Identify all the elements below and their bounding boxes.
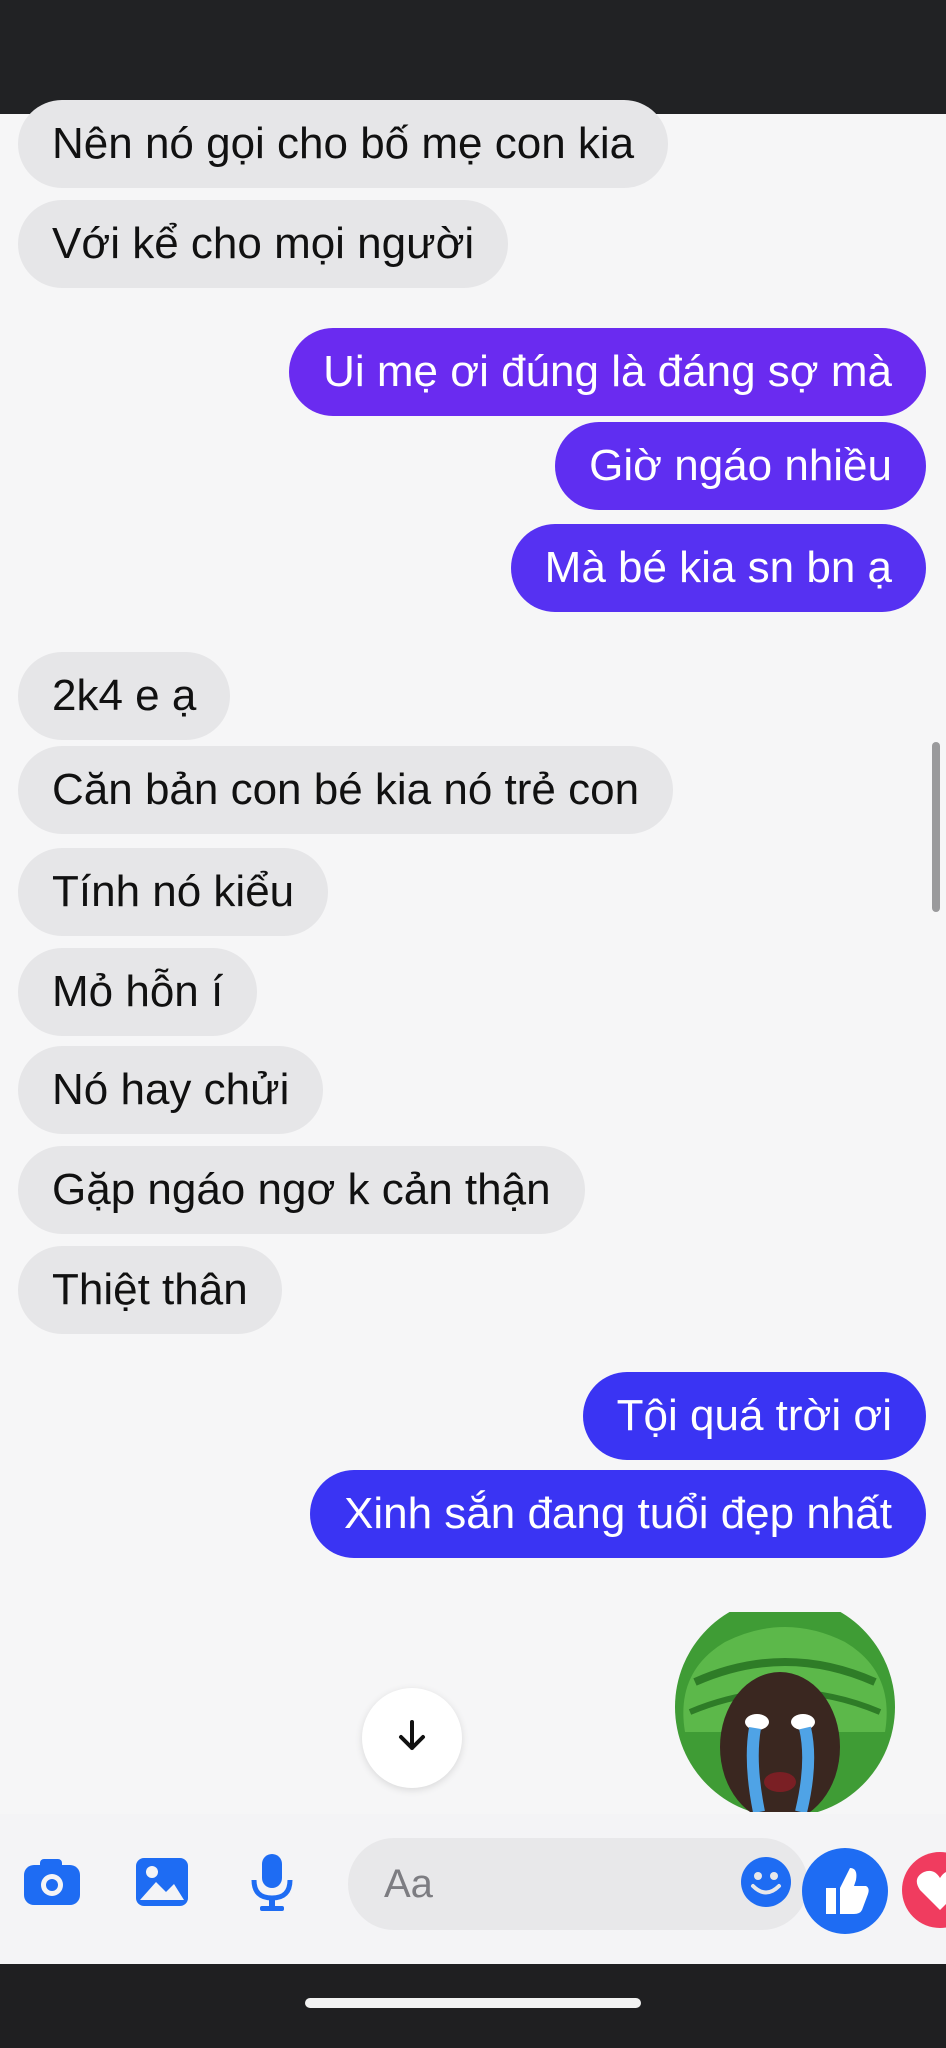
camera-icon xyxy=(22,1857,82,1912)
message-incoming[interactable]: Nên nó gọi cho bố mẹ con kia xyxy=(18,100,669,188)
heart-icon xyxy=(900,1852,946,1932)
message-incoming[interactable]: 2k4 e ạ xyxy=(18,652,231,740)
message-text: Tính nó kiểu xyxy=(52,867,295,916)
scroll-to-bottom-button[interactable] xyxy=(362,1688,462,1788)
message-text: Ui mẹ ơi đúng là đáng sợ mà xyxy=(323,347,892,396)
message-outgoing[interactable]: Mà bé kia sn bn ạ xyxy=(510,524,926,612)
message-incoming[interactable]: Nó hay chửi xyxy=(18,1046,324,1134)
message-input-placeholder: Aa xyxy=(384,1862,433,1906)
message-outgoing[interactable]: Giờ ngáo nhiều xyxy=(555,422,926,510)
emoji-icon xyxy=(739,1855,793,1914)
message-text: Xinh sắn đang tuổi đẹp nhất xyxy=(343,1489,892,1538)
like-icon xyxy=(800,1846,890,1941)
message-text: Thiệt thân xyxy=(52,1265,248,1314)
emoji-button[interactable] xyxy=(736,1854,796,1914)
gallery-button[interactable] xyxy=(132,1854,192,1914)
message-text: Tội quá trời ơi xyxy=(616,1391,892,1440)
message-incoming[interactable]: Căn bản con bé kia nó trẻ con xyxy=(18,746,674,834)
message-outgoing[interactable]: Ui mẹ ơi đúng là đáng sợ mà xyxy=(289,328,926,416)
message-outgoing[interactable]: Tội quá trời ơi xyxy=(582,1372,926,1460)
home-indicator[interactable] xyxy=(305,1998,641,2008)
message-text: Giờ ngáo nhiều xyxy=(589,441,892,490)
status-bar xyxy=(0,0,946,114)
camera-button[interactable] xyxy=(22,1854,82,1914)
message-text: Mỏ hỗn í xyxy=(52,967,224,1016)
like-button[interactable] xyxy=(800,1846,890,1941)
heart-reaction-button[interactable] xyxy=(900,1852,946,1932)
message-text: Căn bản con bé kia nó trẻ con xyxy=(52,765,640,814)
message-text: Nên nó gọi cho bố mẹ con kia xyxy=(52,119,635,168)
message-incoming[interactable]: Tính nó kiểu xyxy=(18,848,329,936)
scrollbar[interactable] xyxy=(932,742,940,912)
message-text: Nó hay chửi xyxy=(52,1065,290,1114)
message-incoming[interactable]: Thiệt thân xyxy=(18,1246,282,1334)
microphone-icon xyxy=(250,1852,294,1917)
message-text: Gặp ngáo ngơ k cản thận xyxy=(52,1165,551,1214)
message-text: Với kể cho mọi người xyxy=(52,219,475,268)
message-outgoing[interactable]: Xinh sắn đang tuổi đẹp nhất xyxy=(309,1470,926,1558)
message-incoming[interactable]: Mỏ hỗn í xyxy=(18,948,258,1036)
arrow-down-icon xyxy=(392,1716,432,1761)
message-text: Mà bé kia sn bn ạ xyxy=(544,543,892,592)
microphone-button[interactable] xyxy=(242,1852,302,1917)
crying-face-sticker[interactable] xyxy=(655,1597,915,1822)
image-icon xyxy=(134,1856,190,1913)
message-incoming[interactable]: Gặp ngáo ngơ k cản thận xyxy=(18,1146,585,1234)
message-incoming[interactable]: Với kể cho mọi người xyxy=(18,200,509,288)
message-text: 2k4 e ạ xyxy=(52,671,197,720)
